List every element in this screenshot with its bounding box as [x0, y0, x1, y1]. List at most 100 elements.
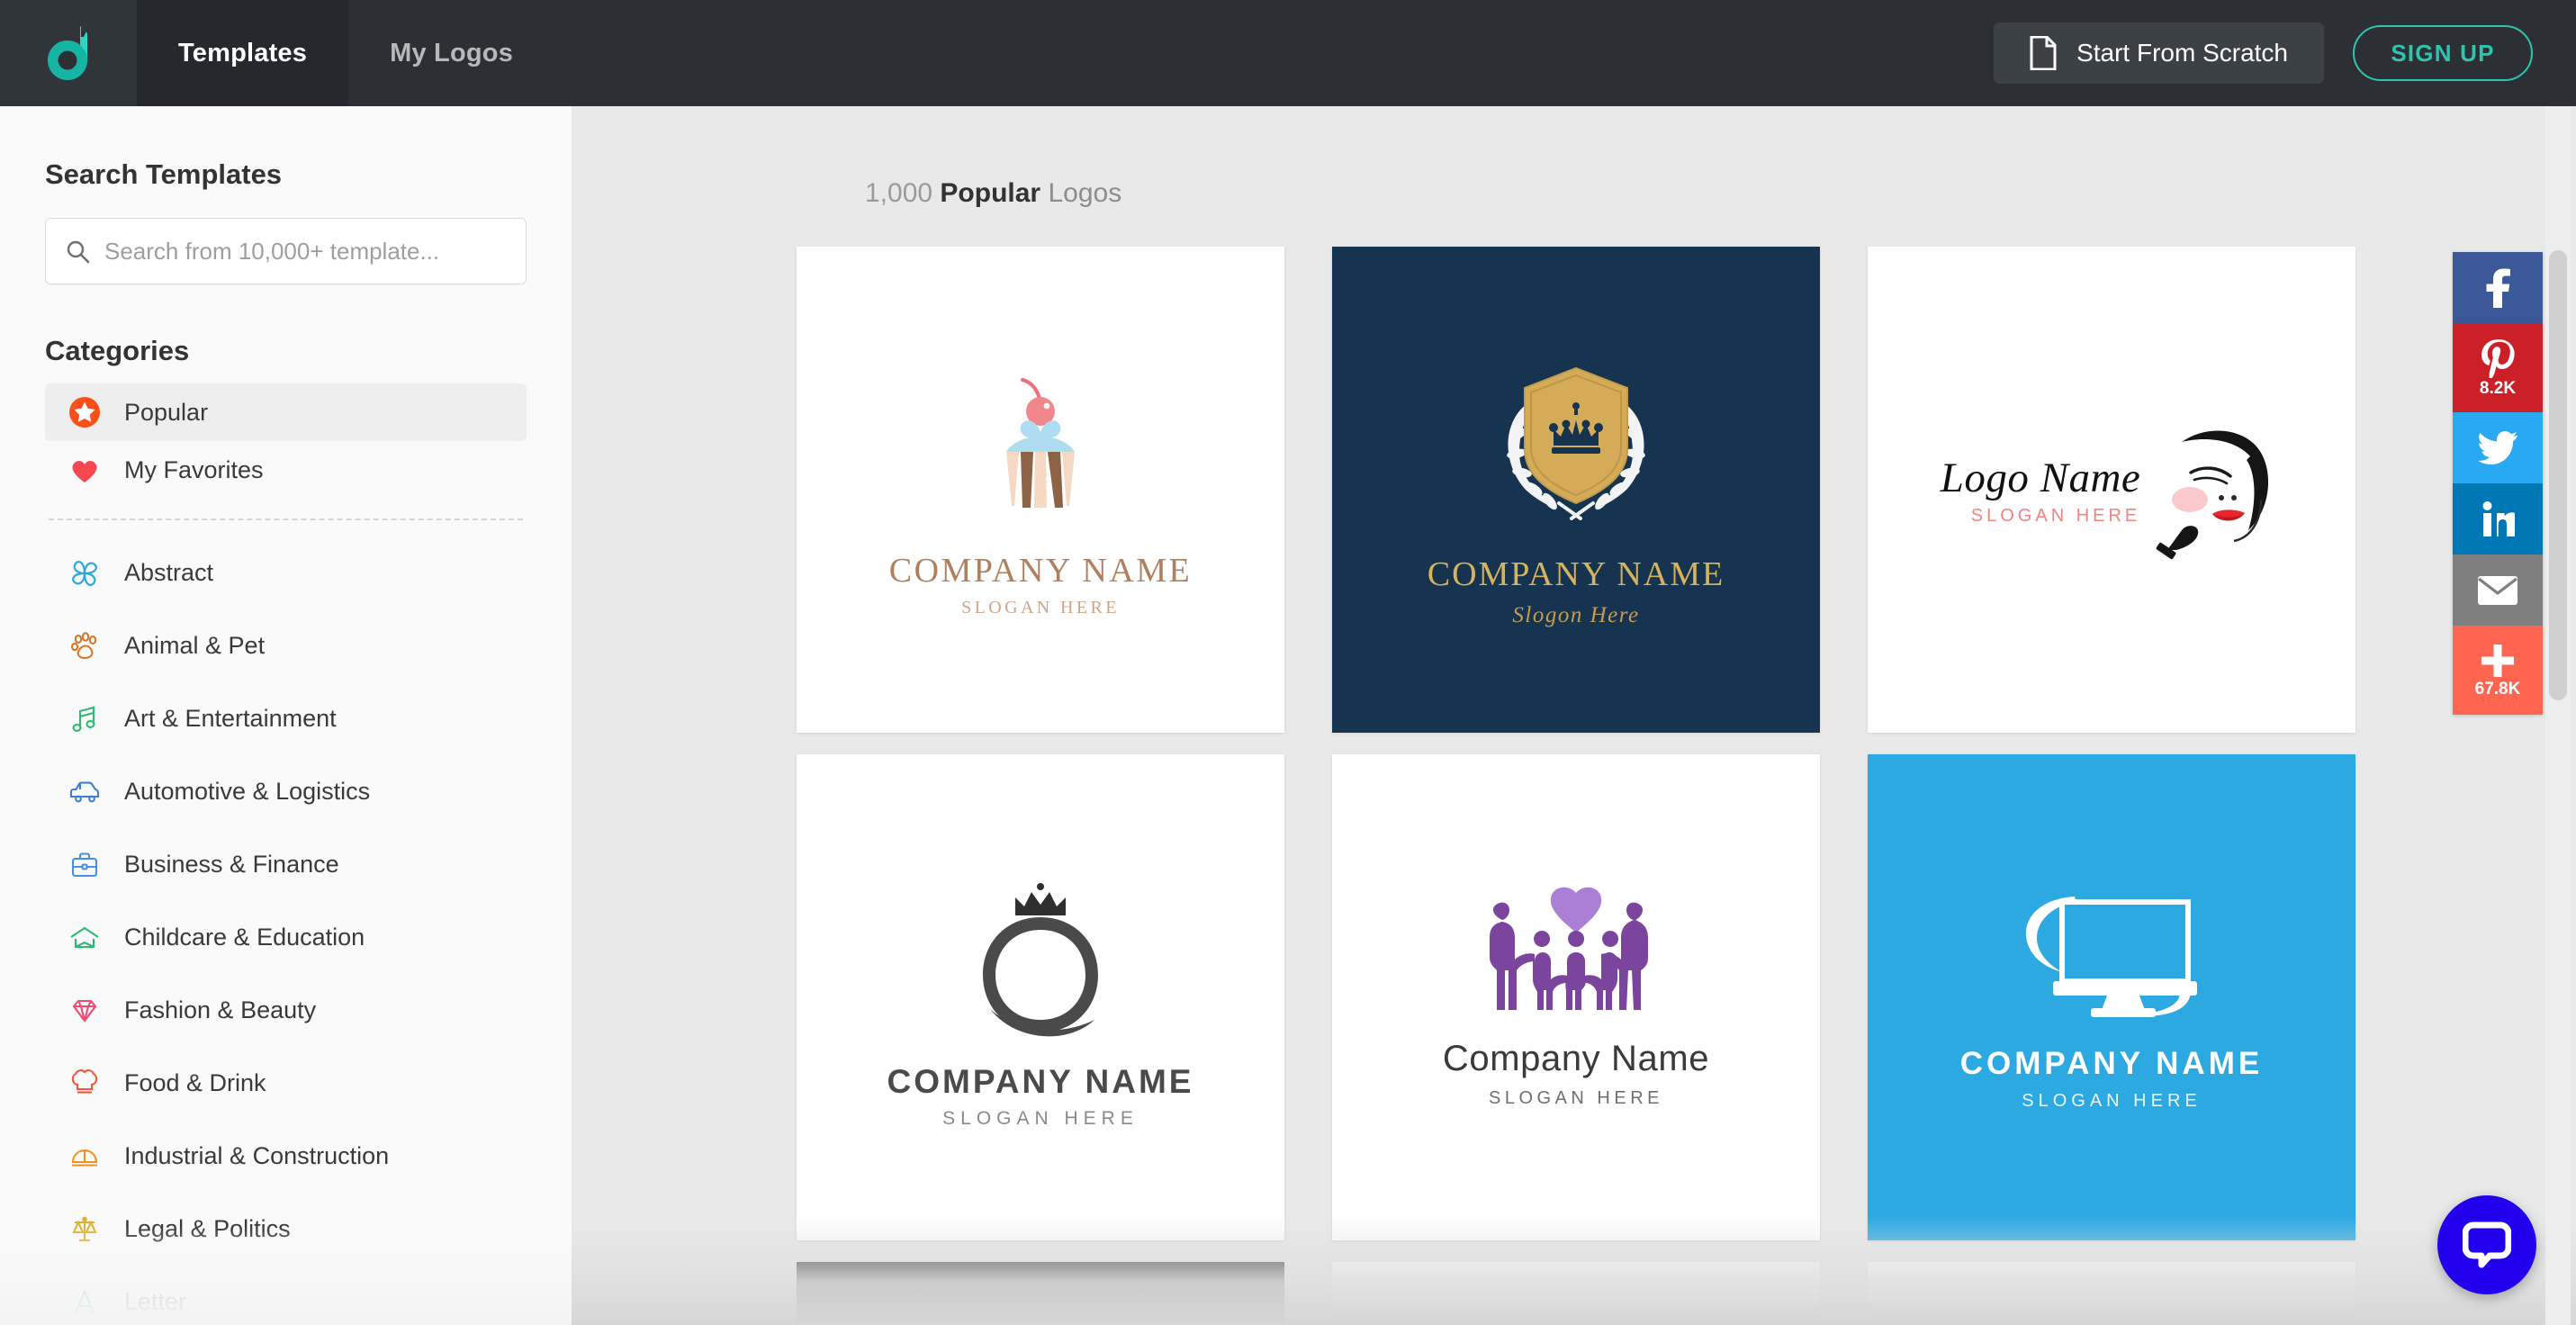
sidebar-item-fashion-beauty-label: Fashion & Beauty — [124, 996, 317, 1023]
template-title: COMPANY NAME — [887, 1063, 1194, 1100]
sidebar-item-abstract[interactable]: Abstract — [45, 536, 527, 609]
template-card-partial-dark[interactable] — [797, 1262, 1284, 1325]
template-card-letter-q[interactable]: COMPANY NAME SLOGAN HERE — [797, 754, 1284, 1240]
app-header: Templates My Logos Start From Scratch SI… — [0, 0, 2576, 106]
categories-heading: Categories — [45, 335, 190, 366]
social-share-rail: 8.2K 67.8K — [2453, 252, 2543, 715]
school-house-icon — [67, 920, 103, 956]
results-noun: Logos — [1048, 178, 1122, 208]
pinned-category-list: Popular My Favorites — [45, 383, 527, 499]
sidebar-item-letter[interactable]: Letter — [45, 1266, 527, 1325]
results-count: 1,000 — [865, 178, 933, 208]
template-card-family[interactable]: Company Name SLOGAN HERE — [1332, 754, 1820, 1240]
designevo-d-pen-logo-icon — [48, 26, 87, 80]
template-title: COMPANY NAME — [1427, 554, 1725, 593]
twitter-icon — [2478, 430, 2517, 464]
document-page-icon — [2030, 36, 2057, 70]
page-scrollbar-thumb[interactable] — [2549, 250, 2567, 700]
car-icon — [67, 774, 103, 810]
sidebar-item-childcare-education-label: Childcare & Education — [124, 924, 365, 951]
start-from-scratch-button[interactable]: Start From Scratch — [1994, 23, 2324, 84]
chat-widget-button[interactable] — [2437, 1195, 2536, 1294]
sidebar-item-automotive-logistics[interactable]: Automotive & Logistics — [45, 755, 527, 828]
template-slogan: SLOGAN HERE — [2022, 1090, 2202, 1111]
scales-icon — [67, 1212, 103, 1248]
sidebar-item-industrial-construction[interactable]: Industrial & Construction — [45, 1120, 527, 1193]
sidebar-item-letter-label: Letter — [124, 1288, 187, 1315]
woman-face-makeup-brush-icon — [2156, 430, 2269, 560]
family-holding-hands-heart-icon — [1490, 887, 1648, 1010]
category-list: Abstract Animal & Pet Art & Entertainmen… — [45, 536, 527, 1325]
sidebar-item-art-entertainment-label: Art & Entertainment — [124, 705, 337, 732]
letter-a-icon — [67, 1284, 103, 1320]
template-card-partial-white-2[interactable] — [1868, 1262, 2355, 1325]
monitor-logo-art — [2008, 884, 2215, 1037]
template-slogan: SLOGAN HERE — [942, 1108, 1139, 1129]
brand-logo[interactable] — [0, 0, 137, 106]
gold-shield-crown-laurel-icon — [1507, 366, 1645, 520]
sidebar-item-my-favorites-label: My Favorites — [124, 455, 264, 483]
share-facebook-button[interactable] — [2453, 252, 2543, 323]
letter-q-with-crown-icon — [983, 883, 1098, 1037]
sidebar-item-popular-label: Popular — [124, 398, 209, 426]
start-from-scratch-label: Start From Scratch — [2076, 39, 2288, 67]
sidebar-item-art-entertainment[interactable]: Art & Entertainment — [45, 682, 527, 755]
family-logo-art — [1468, 886, 1684, 1030]
tab-my-logos-label: My Logos — [390, 38, 514, 68]
share-pinterest-button[interactable]: 8.2K — [2453, 323, 2543, 412]
search-box[interactable] — [45, 218, 527, 284]
share-addthis-button[interactable]: 67.8K — [2453, 626, 2543, 715]
template-card-computer[interactable]: COMPANY NAME SLOGAN HERE — [1868, 754, 2355, 1240]
template-card-beauty[interactable]: Logo Name SLOGAN HERE — [1868, 247, 2355, 733]
sidebar: Search Templates Categories Popular — [0, 106, 572, 1325]
sidebar-item-animal-pet[interactable]: Animal & Pet — [45, 609, 527, 682]
template-slogan: SLOGAN HERE — [961, 597, 1120, 617]
sidebar-item-business-finance[interactable]: Business & Finance — [45, 828, 527, 901]
template-title: COMPANY NAME — [888, 551, 1193, 590]
search-templates-heading: Search Templates — [45, 158, 283, 190]
sidebar-item-my-favorites[interactable]: My Favorites — [45, 441, 527, 499]
envelope-icon — [2478, 575, 2517, 605]
share-addthis-count: 67.8K — [2474, 680, 2521, 699]
letter-q-logo-art — [950, 865, 1130, 1054]
monitor-with-swoosh-icon — [2025, 896, 2197, 1017]
tab-templates[interactable]: Templates — [137, 0, 349, 106]
template-slogan: SLOGAN HERE — [1489, 1088, 1663, 1108]
template-slogan: Slogon Here — [1512, 602, 1640, 627]
sidebar-item-legal-politics-label: Legal & Politics — [124, 1215, 291, 1242]
plus-icon — [2481, 644, 2514, 677]
template-title: Logo Name — [1940, 454, 2141, 501]
template-card-cupcake[interactable]: COMPANY NAME SLOGAN HERE — [797, 247, 1284, 733]
sign-up-button[interactable]: SIGN UP — [2353, 25, 2533, 81]
briefcase-icon — [67, 847, 103, 883]
heart-icon — [67, 452, 103, 488]
search-input[interactable] — [104, 237, 506, 266]
royal-crest-logo-art — [1473, 352, 1680, 545]
template-card-partial-white-1[interactable] — [1332, 1262, 1820, 1325]
facebook-icon — [2486, 268, 2510, 308]
share-linkedin-button[interactable] — [2453, 483, 2543, 554]
sign-up-label: SIGN UP — [2391, 39, 2495, 67]
cupcake-logo-art — [950, 362, 1130, 542]
pinwheel-icon — [67, 555, 103, 591]
share-twitter-button[interactable] — [2453, 412, 2543, 483]
hard-hat-icon — [67, 1139, 103, 1175]
sidebar-item-abstract-label: Abstract — [124, 559, 214, 586]
sidebar-item-food-drink[interactable]: Food & Drink — [45, 1047, 527, 1120]
primary-nav: Templates My Logos — [137, 0, 554, 106]
sidebar-item-legal-politics[interactable]: Legal & Politics — [45, 1193, 527, 1266]
search-icon — [67, 240, 90, 263]
template-card-royal-crest[interactable]: COMPANY NAME Slogon Here — [1332, 247, 1820, 733]
tab-my-logos[interactable]: My Logos — [348, 0, 554, 106]
tab-templates-label: Templates — [178, 38, 308, 68]
sidebar-item-fashion-beauty[interactable]: Fashion & Beauty — [45, 974, 527, 1047]
share-email-button[interactable] — [2453, 554, 2543, 626]
music-note-icon — [67, 701, 103, 737]
pinterest-icon — [2481, 339, 2515, 378]
chef-hat-icon — [67, 1066, 103, 1102]
sidebar-item-childcare-education[interactable]: Childcare & Education — [45, 901, 527, 974]
template-title: COMPANY NAME — [1959, 1045, 2264, 1081]
template-slogan: SLOGAN HERE — [1970, 505, 2141, 526]
sidebar-item-popular[interactable]: Popular — [45, 383, 527, 441]
sidebar-item-automotive-logistics-label: Automotive & Logistics — [124, 778, 371, 805]
